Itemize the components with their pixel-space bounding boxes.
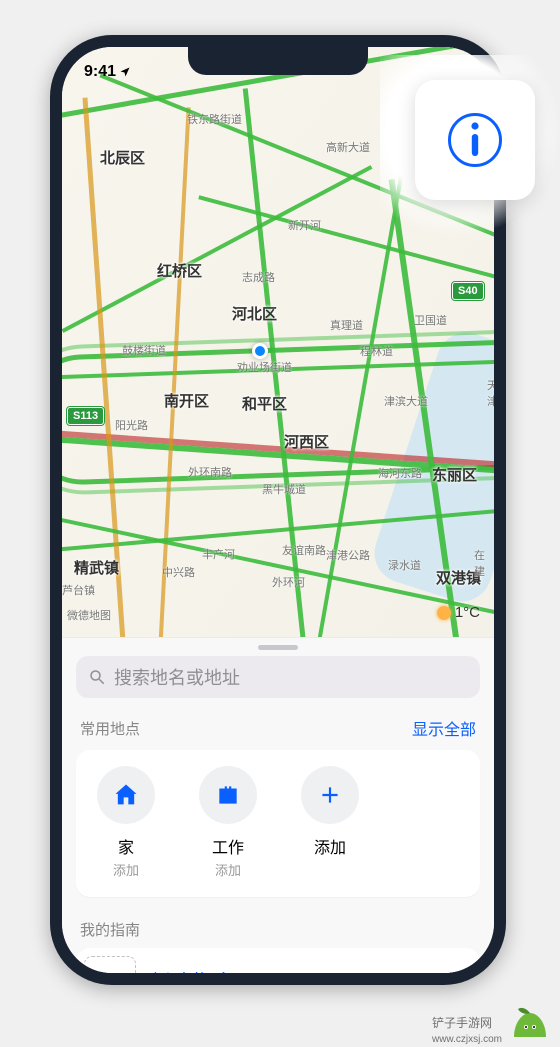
favorite-label: 家 <box>118 834 134 858</box>
location-arrow-icon <box>119 66 131 78</box>
road-label: 丰产河 <box>202 546 235 562</box>
show-all-link[interactable]: 显示全部 <box>412 716 476 740</box>
sheet-grabber[interactable] <box>258 645 298 650</box>
favorites-header: 常用地点 显示全部 <box>62 698 494 750</box>
route-shield: S113 <box>67 407 104 425</box>
watermark-url: www.czjxsj.com <box>432 1034 502 1045</box>
favorite-label: 添加 <box>314 834 346 858</box>
plus-icon <box>301 766 359 824</box>
road-label: 程林道 <box>360 343 393 359</box>
home-icon <box>97 766 155 824</box>
sun-icon <box>437 606 451 620</box>
bottom-sheet[interactable]: 搜索地名或地址 常用地点 显示全部 家 添加 工作 <box>62 637 494 973</box>
info-callout <box>380 55 560 235</box>
road-label: 海河东路 <box>378 465 422 481</box>
road-label: 微德地图 <box>67 607 111 623</box>
notch <box>188 47 368 75</box>
road-label: 在建 <box>474 547 494 579</box>
road-label: 天津 <box>487 377 494 409</box>
district-label: 北辰区 <box>100 147 145 168</box>
road-label: 志成路 <box>242 269 275 285</box>
search-placeholder: 搜索地名或地址 <box>114 664 240 690</box>
info-button[interactable] <box>415 80 535 200</box>
new-guide-tile[interactable]: + <box>84 956 136 973</box>
district-label: 精武镇 <box>74 557 119 578</box>
guides-card: + 新建指南... <box>76 948 480 973</box>
road-label: 铁东路街道 <box>187 111 242 127</box>
guides-title: 我的指南 <box>62 897 494 948</box>
road-label: 卫国道 <box>414 312 447 328</box>
search-bar[interactable]: 搜索地名或地址 <box>76 656 480 698</box>
info-icon <box>448 113 502 167</box>
district-label: 南开区 <box>164 390 209 411</box>
road-label: 芦台镇 <box>62 582 95 598</box>
road-label: 渌水道 <box>388 557 421 573</box>
watermark-text: 铲子手游网 <box>432 1016 492 1030</box>
district-label: 河北区 <box>232 303 277 324</box>
road-label: 高新大道 <box>326 139 370 155</box>
favorite-sub: 添加 <box>113 860 139 879</box>
road-label: 黑牛城道 <box>262 481 306 497</box>
favorite-sub: 添加 <box>215 860 241 879</box>
road-label: 中兴路 <box>162 564 195 580</box>
road-label: 友谊南路 <box>282 542 326 558</box>
favorite-label: 工作 <box>212 834 244 858</box>
district-label: 东丽区 <box>432 464 477 485</box>
road-label: 阳光路 <box>115 417 148 433</box>
district-label: 红桥区 <box>157 260 202 281</box>
favorite-add[interactable]: 添加 <box>290 766 370 879</box>
new-guide-label[interactable]: 新建指南... <box>150 967 252 973</box>
road-label: 新开河 <box>288 217 321 233</box>
status-time: 9:41 <box>84 63 131 81</box>
favorite-work[interactable]: 工作 添加 <box>188 766 268 879</box>
road-label: 外环河 <box>272 574 305 590</box>
weather-text: 1°C <box>455 604 480 621</box>
road-label: 劝业场街道 <box>237 359 292 375</box>
watermark: 铲子手游网 www.czjxsj.com <box>432 1014 502 1045</box>
district-label: 河西区 <box>284 431 329 452</box>
weather-pill[interactable]: 1°C <box>437 604 480 621</box>
road-label: 津滨大道 <box>384 393 428 409</box>
search-icon <box>88 668 106 686</box>
route-shield: S40 <box>452 282 484 300</box>
road-label: 鼓楼街道 <box>122 342 166 358</box>
road-label: 津港公路 <box>326 547 370 563</box>
district-label: 和平区 <box>242 393 287 414</box>
favorites-card: 家 添加 工作 添加 添加 <box>76 750 480 897</box>
road-label: 真理道 <box>330 317 363 333</box>
favorites-title: 常用地点 <box>80 718 140 739</box>
watermark-logo <box>508 1005 552 1045</box>
favorite-home[interactable]: 家 添加 <box>86 766 166 879</box>
time-text: 9:41 <box>84 63 116 81</box>
briefcase-icon <box>199 766 257 824</box>
road-label: 外环南路 <box>188 464 232 480</box>
user-location-dot <box>252 343 268 359</box>
